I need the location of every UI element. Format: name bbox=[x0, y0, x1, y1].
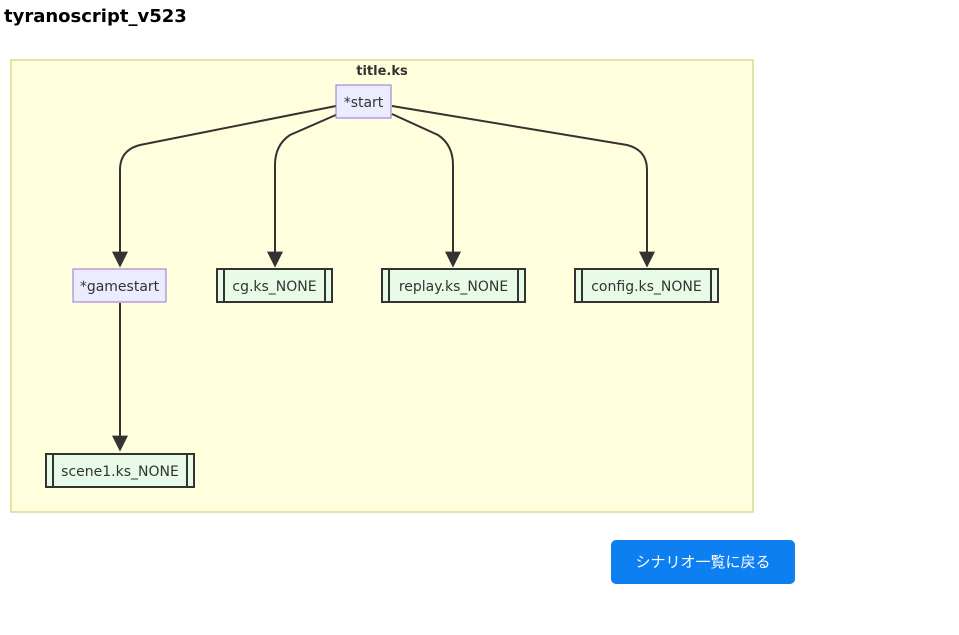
node-replay-label: replay.ks_NONE bbox=[399, 279, 508, 295]
cluster-label: title.ks bbox=[356, 64, 408, 79]
scenario-flowchart: title.ks *start *gamestart cg.ks_NONE re… bbox=[10, 59, 754, 513]
node-scene1-label: scene1.ks_NONE bbox=[61, 464, 179, 480]
node-replay[interactable]: replay.ks_NONE bbox=[381, 268, 526, 303]
node-cg[interactable]: cg.ks_NONE bbox=[216, 268, 333, 303]
node-scene1[interactable]: scene1.ks_NONE bbox=[45, 453, 195, 488]
node-start[interactable]: *start bbox=[335, 84, 392, 119]
node-config[interactable]: config.ks_NONE bbox=[574, 268, 719, 303]
back-to-scenario-list-button[interactable]: シナリオ一覧に戻る bbox=[611, 540, 795, 584]
node-cg-label: cg.ks_NONE bbox=[232, 279, 316, 295]
node-gamestart[interactable]: *gamestart bbox=[72, 268, 167, 303]
node-start-label: *start bbox=[344, 95, 384, 111]
node-config-label: config.ks_NONE bbox=[591, 279, 702, 295]
node-gamestart-label: *gamestart bbox=[80, 279, 160, 295]
